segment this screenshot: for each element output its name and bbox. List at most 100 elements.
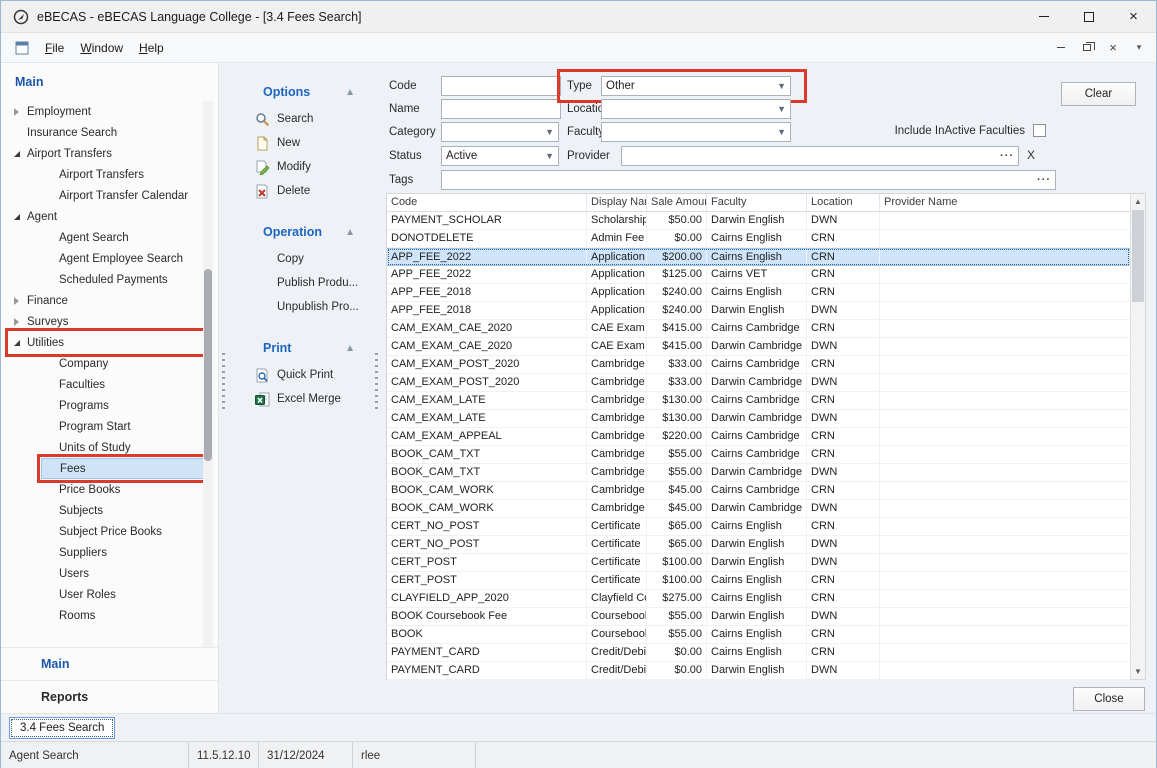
sidebar-tree-item[interactable]: Company bbox=[41, 353, 204, 374]
tree-expander-icon[interactable] bbox=[9, 151, 24, 157]
table-row[interactable]: BOOK_CAM_TXTCambridge$55.00Darwin Cambri… bbox=[387, 464, 1130, 482]
search-action[interactable]: Search bbox=[229, 107, 375, 131]
table-row[interactable]: CAM_EXAM_APPEALCambridge$220.00Cairns Ca… bbox=[387, 428, 1130, 446]
sidebar-tree-item[interactable]: Programs bbox=[41, 395, 204, 416]
sidebar-tree-item[interactable]: Insurance Search bbox=[9, 122, 204, 143]
tree-expander-icon[interactable] bbox=[9, 340, 24, 346]
sidebar-tree-item[interactable]: Scheduled Payments bbox=[41, 269, 204, 290]
sidebar-tree-item[interactable]: Users bbox=[41, 563, 204, 584]
new-action[interactable]: New bbox=[229, 131, 375, 155]
category-dropdown[interactable]: ▼ bbox=[441, 122, 559, 142]
sidebar-tree-item[interactable]: Surveys bbox=[9, 311, 204, 332]
print-group-header[interactable]: Print ▲ bbox=[229, 337, 375, 363]
tab-fees-search[interactable]: 3.4 Fees Search bbox=[9, 717, 115, 739]
table-row[interactable]: BOOK_CAM_WORKCambridge$45.00Darwin Cambr… bbox=[387, 500, 1130, 518]
table-row[interactable]: PAYMENT_CARDCredit/Debi$0.00Cairns Engli… bbox=[387, 644, 1130, 662]
nav-pane-main[interactable]: Main bbox=[1, 647, 218, 680]
table-row[interactable]: CAM_EXAM_LATECambridge$130.00Darwin Camb… bbox=[387, 410, 1130, 428]
sidebar-tree-item[interactable]: Agent Employee Search bbox=[41, 248, 204, 269]
table-row[interactable]: CERT_NO_POSTCertificate$65.00Darwin Engl… bbox=[387, 536, 1130, 554]
menu-help[interactable]: Help bbox=[131, 37, 172, 59]
location-dropdown[interactable]: ▼ bbox=[601, 99, 791, 119]
column-header[interactable]: Code bbox=[387, 194, 587, 211]
table-row[interactable]: CAM_EXAM_CAE_2020CAE Exam I$415.00Cairns… bbox=[387, 320, 1130, 338]
table-row[interactable]: CAM_EXAM_POST_2020Cambridge$33.00Cairns … bbox=[387, 356, 1130, 374]
include-inactive-checkbox[interactable] bbox=[1033, 124, 1046, 137]
scroll-up-icon[interactable]: ▲ bbox=[1131, 194, 1145, 209]
sidebar-tree-item[interactable]: Airport Transfer Calendar bbox=[41, 185, 204, 206]
sidebar-scrollbar-thumb[interactable] bbox=[204, 269, 212, 461]
tags-input[interactable]: ··· bbox=[441, 170, 1056, 190]
table-row[interactable]: BOOK_CAM_TXTCambridge$55.00Cairns Cambri… bbox=[387, 446, 1130, 464]
ellipsis-button[interactable]: ··· bbox=[1000, 150, 1014, 162]
tree-expander-icon[interactable] bbox=[9, 108, 24, 116]
table-row[interactable]: APP_FEE_2018Application$240.00Darwin Eng… bbox=[387, 302, 1130, 320]
status-dropdown[interactable]: Active▼ bbox=[441, 146, 559, 166]
sidebar-tree-item[interactable]: Employment bbox=[9, 101, 204, 122]
grid-scrollbar-thumb[interactable] bbox=[1132, 210, 1144, 302]
provider-input[interactable]: ··· bbox=[621, 146, 1019, 166]
table-row[interactable]: CERT_POSTCertificate$100.00Darwin Englis… bbox=[387, 554, 1130, 572]
excel-merge-action[interactable]: Excel Merge bbox=[229, 387, 375, 411]
table-row[interactable]: CERT_POSTCertificate$100.00Cairns Englis… bbox=[387, 572, 1130, 590]
splitter-grip-left[interactable] bbox=[222, 353, 225, 409]
sidebar-tree-item[interactable]: Program Start bbox=[41, 416, 204, 437]
faculty-dropdown[interactable]: ▼ bbox=[601, 122, 791, 142]
publish-product-action[interactable]: Publish Produ... bbox=[229, 271, 375, 295]
column-header[interactable]: Display Nar bbox=[587, 194, 647, 211]
type-dropdown[interactable]: Other▼ bbox=[601, 76, 791, 96]
operation-group-header[interactable]: Operation ▲ bbox=[229, 221, 375, 247]
close-panel-button[interactable]: Close bbox=[1073, 687, 1145, 711]
table-row[interactable]: APP_FEE_2022Application$125.00Cairns VET… bbox=[387, 266, 1130, 284]
nav-pane-reports[interactable]: Reports bbox=[1, 680, 218, 713]
clear-button[interactable]: Clear bbox=[1061, 82, 1136, 106]
delete-action[interactable]: Delete bbox=[229, 179, 375, 203]
splitter-grip-right[interactable] bbox=[375, 353, 378, 409]
table-row[interactable]: CAM_EXAM_LATECambridge$130.00Cairns Camb… bbox=[387, 392, 1130, 410]
table-row[interactable]: CERT_NO_POSTCertificate$65.00Cairns Engl… bbox=[387, 518, 1130, 536]
table-row[interactable]: BOOK_CAM_WORKCambridge$45.00Cairns Cambr… bbox=[387, 482, 1130, 500]
sidebar-tree-item[interactable]: Price Books bbox=[41, 479, 204, 500]
table-row[interactable]: PAYMENT_SCHOLARScholarship$50.00Darwin E… bbox=[387, 212, 1130, 230]
menu-file[interactable]: File bbox=[37, 37, 72, 59]
sidebar-tree-item[interactable]: Agent Search bbox=[41, 227, 204, 248]
sidebar-tree-item[interactable]: Airport Transfers bbox=[9, 143, 204, 164]
sidebar-tree-item[interactable]: User Roles bbox=[41, 584, 204, 605]
mdi-minimize-button[interactable] bbox=[1054, 41, 1068, 55]
table-row[interactable]: BOOKCoursebool$55.00Cairns EnglishCRN bbox=[387, 626, 1130, 644]
table-row[interactable]: CAM_EXAM_POST_2020Cambridge$33.00Darwin … bbox=[387, 374, 1130, 392]
sidebar-tree-item[interactable]: Airport Transfers bbox=[41, 164, 204, 185]
sidebar-scrollbar[interactable]: ▼ bbox=[203, 101, 213, 681]
sidebar-tree-item[interactable]: Faculties bbox=[41, 374, 204, 395]
table-row[interactable]: APP_FEE_2018Application$240.00Cairns Eng… bbox=[387, 284, 1130, 302]
mdi-more-button[interactable]: ▾ bbox=[1132, 41, 1146, 55]
sidebar-tree-item[interactable]: Finance bbox=[9, 290, 204, 311]
table-row[interactable]: BOOK Coursebook FeeCoursebool$55.00Darwi… bbox=[387, 608, 1130, 626]
mdi-close-button[interactable]: × bbox=[1106, 41, 1120, 55]
minimize-button[interactable] bbox=[1021, 1, 1066, 32]
scroll-down-icon[interactable]: ▼ bbox=[1131, 664, 1145, 679]
sidebar-tree-item[interactable]: Utilities bbox=[9, 332, 204, 353]
sidebar-tree-item[interactable]: Suppliers bbox=[41, 542, 204, 563]
sidebar-tree-item[interactable]: Rooms bbox=[41, 605, 204, 626]
column-header[interactable]: Sale Amount bbox=[647, 194, 707, 211]
sidebar-tree-item[interactable]: Units of Study bbox=[41, 437, 204, 458]
copy-action[interactable]: Copy bbox=[229, 247, 375, 271]
unpublish-product-action[interactable]: Unpublish Pro... bbox=[229, 295, 375, 319]
sidebar-tree-item[interactable]: Fees bbox=[41, 458, 204, 479]
table-row[interactable]: CLAYFIELD_APP_2020Clayfield Co$275.00Cai… bbox=[387, 590, 1130, 608]
grid-scrollbar[interactable]: ▲ ▼ bbox=[1130, 194, 1145, 679]
code-input[interactable] bbox=[441, 76, 561, 96]
quick-print-action[interactable]: Quick Print bbox=[229, 363, 375, 387]
menu-window[interactable]: Window bbox=[72, 37, 131, 59]
tree-expander-icon[interactable] bbox=[9, 318, 24, 326]
modify-action[interactable]: Modify bbox=[229, 155, 375, 179]
sidebar-tree-item[interactable]: Agent bbox=[9, 206, 204, 227]
sidebar-tree-item[interactable]: Subject Price Books bbox=[41, 521, 204, 542]
column-header[interactable]: Location bbox=[807, 194, 880, 211]
mdi-restore-button[interactable] bbox=[1080, 41, 1094, 55]
tree-expander-icon[interactable] bbox=[9, 214, 24, 220]
ellipsis-button[interactable]: ··· bbox=[1037, 174, 1051, 186]
name-input[interactable] bbox=[441, 99, 561, 119]
table-row[interactable]: DONOTDELETEAdmin Fee$0.00Cairns EnglishC… bbox=[387, 230, 1130, 248]
